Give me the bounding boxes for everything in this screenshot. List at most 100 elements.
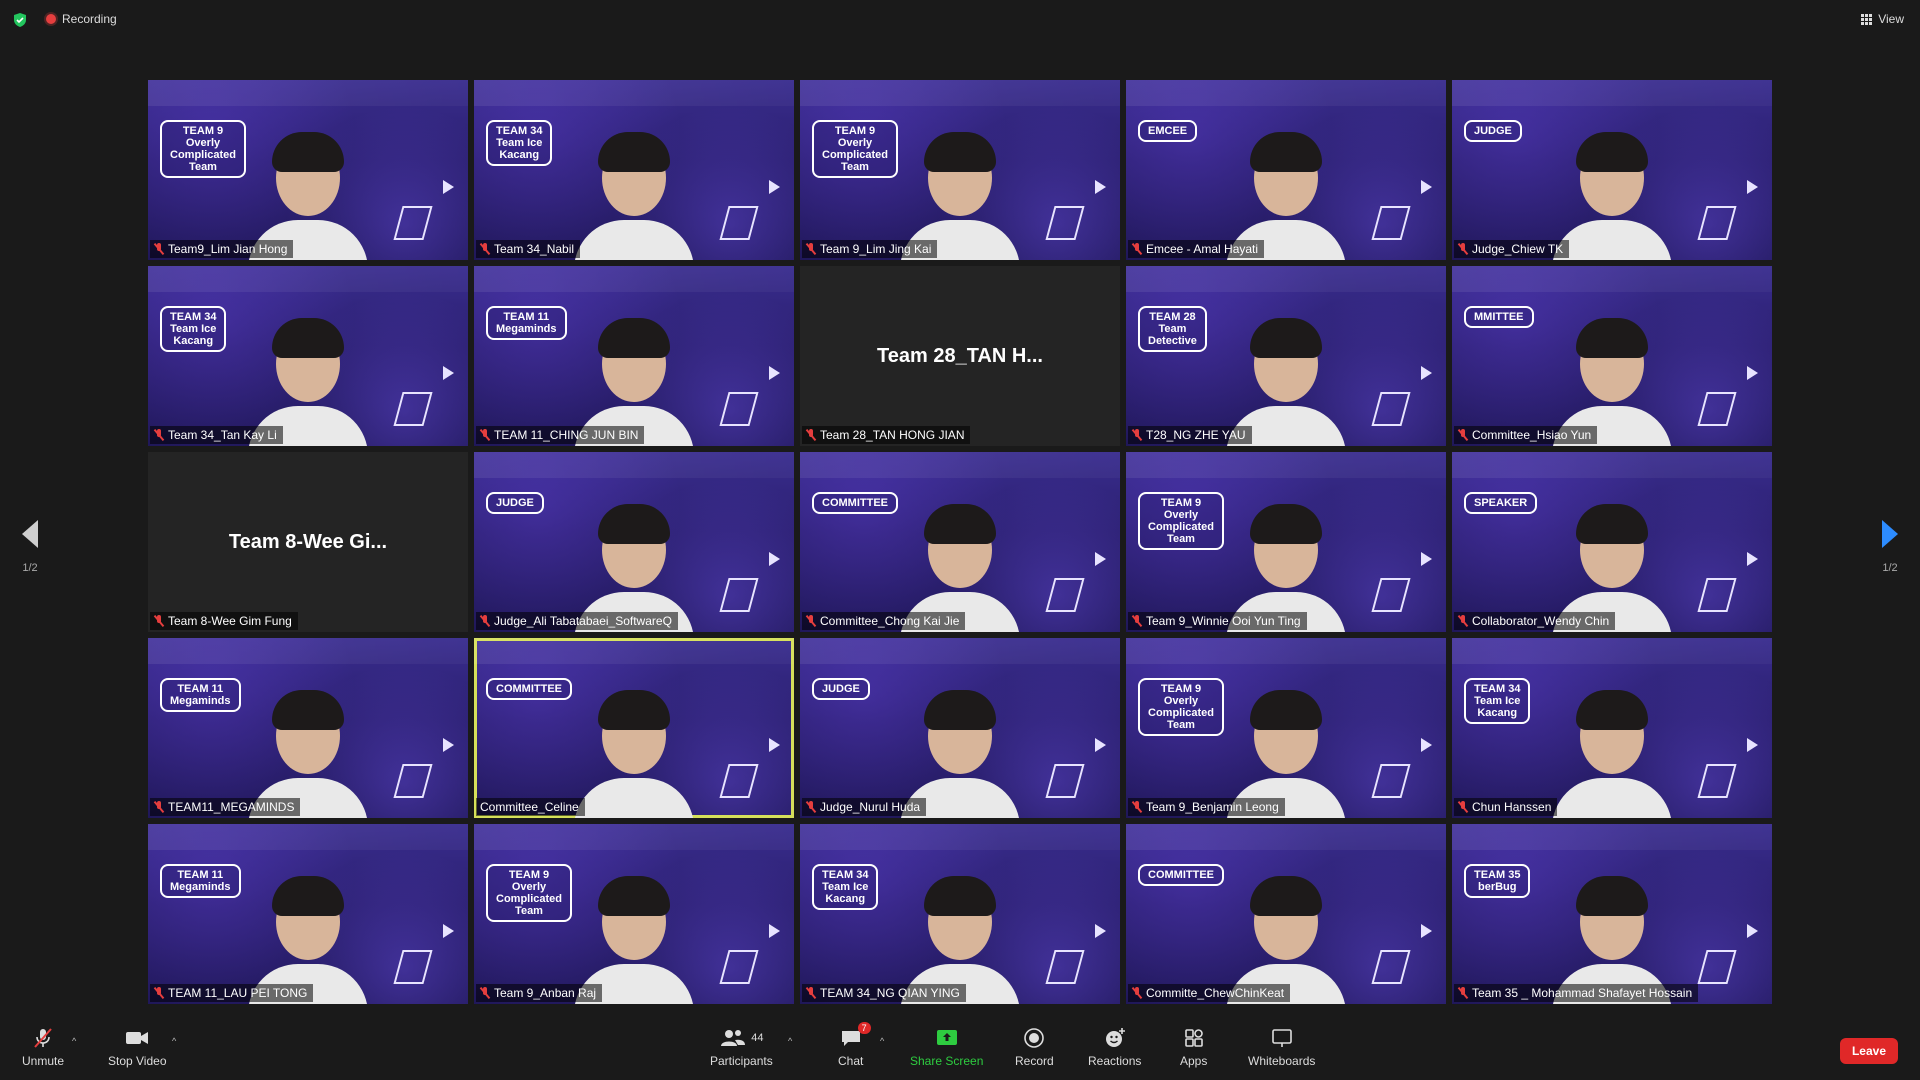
stop-video-button[interactable]: Stop Video [108, 1026, 167, 1068]
participant-video-feed [1226, 678, 1346, 818]
participant-role-badge: MMITTEE [1464, 306, 1534, 329]
cube-decoration-icon [1371, 950, 1411, 984]
virtual-background-banner [800, 824, 1120, 850]
chat-options-caret-icon[interactable]: ^ [880, 1036, 884, 1046]
play-triangle-decoration-icon [443, 180, 454, 194]
previous-page-arrow-icon[interactable] [22, 520, 38, 548]
participant-video-feed [1552, 120, 1672, 260]
unmute-button[interactable]: Unmute [22, 1026, 64, 1068]
play-triangle-decoration-icon [769, 180, 780, 194]
record-button[interactable]: Record [1015, 1026, 1054, 1068]
participant-video-tile[interactable]: TEAM 34 Team Ice Kacang Team 34_Tan Kay L… [148, 266, 468, 446]
participant-video-tile[interactable]: TEAM 34 Team Ice Kacang Chun Hanssen [1452, 638, 1772, 818]
virtual-background-banner [1126, 452, 1446, 478]
participant-video-tile[interactable]: TEAM 9 Overly Complicated Team Team 9_Lim… [800, 80, 1120, 260]
participant-role-badge: TEAM 34 Team Ice Kacang [486, 120, 553, 167]
virtual-background-banner [148, 266, 468, 292]
participant-role-badge: SPEAKER [1464, 492, 1538, 515]
unmute-label: Unmute [22, 1054, 65, 1068]
participant-video-tile[interactable]: EMCEE Emcee - Amal Hayati [1126, 80, 1446, 260]
participant-video-tile[interactable]: Team 8-Wee Gi... Team 8-Wee Gim Fung [148, 452, 468, 632]
microphone-muted-icon [1458, 801, 1468, 813]
participant-video-tile[interactable]: MMITTEE Committee_Hsiao Yun [1452, 266, 1772, 446]
participant-video-tile[interactable]: TEAM 9 Overly Complicated Team Team 9_Anb… [474, 824, 794, 1004]
participant-video-tile[interactable]: Team 28_TAN H... Team 28_TAN HONG JIAN [800, 266, 1120, 446]
participant-video-tile[interactable]: TEAM 11 Megaminds TEAM 11_CHING JUN BIN [474, 266, 794, 446]
participant-video-tile[interactable]: JUDGE Judge_Chiew TK [1452, 80, 1772, 260]
participant-video-tile[interactable]: COMMITTEE Committee_Chong Kai Jie [800, 452, 1120, 632]
participants-icon: 44 [719, 1026, 763, 1050]
security-shield-icon[interactable] [12, 12, 28, 28]
participant-name-tag: Team 9_Winnie Ooi Yun Ting [1128, 612, 1307, 630]
participant-video-feed [1552, 492, 1672, 632]
participant-video-tile[interactable]: JUDGE Judge_Nurul Huda [800, 638, 1120, 818]
apps-icon [1182, 1026, 1206, 1050]
participants-button[interactable]: 44 Participants [710, 1026, 773, 1068]
participant-video-tile[interactable]: TEAM 11 Megaminds TEAM 11_LAU PEI TONG [148, 824, 468, 1004]
participant-name: TEAM11_MEGAMINDS [168, 800, 295, 814]
play-triangle-decoration-icon [769, 924, 780, 938]
participant-name-tag: Committe_ChewChinKeat [1128, 984, 1291, 1002]
participant-video-tile[interactable]: TEAM 9 Overly Complicated Team Team 9_Win… [1126, 452, 1446, 632]
chat-bubble-icon: 7 [839, 1022, 871, 1050]
reactions-button[interactable]: Reactions [1088, 1026, 1141, 1068]
participant-video-tile[interactable]: TEAM 35 berBug Team 35 _ Mohammad Shafaye… [1452, 824, 1772, 1004]
share-screen-button[interactable]: Share Screen [910, 1026, 983, 1068]
chat-button[interactable]: 7 Chat [838, 1022, 871, 1068]
participant-name: Team 34_Nabil [494, 242, 575, 256]
play-triangle-decoration-icon [769, 552, 780, 566]
play-triangle-decoration-icon [1421, 738, 1432, 752]
participant-name-tag: Committee_Celine [476, 798, 585, 816]
participant-name: TEAM 34_NG QIAN YING [820, 986, 960, 1000]
participant-video-tile[interactable]: TEAM 34 Team Ice Kacang TEAM 34_NG QIAN Y… [800, 824, 1120, 1004]
participants-options-caret-icon[interactable]: ^ [788, 1036, 792, 1046]
cube-decoration-icon [1697, 950, 1737, 984]
participant-video-tile[interactable]: COMMITTEE Committe_ChewChinKeat [1126, 824, 1446, 1004]
leave-button[interactable]: Leave [1839, 1038, 1898, 1064]
participant-name-tag: Team 34_Nabil [476, 240, 581, 258]
participant-name-tag: Committee_Hsiao Yun [1454, 426, 1598, 444]
participant-video-feed [1226, 120, 1346, 260]
meeting-topbar: Recording View [0, 0, 1920, 40]
cube-decoration-icon [1371, 578, 1411, 612]
cube-decoration-icon [393, 206, 433, 240]
whiteboards-button[interactable]: Whiteboards [1248, 1026, 1315, 1068]
cube-decoration-icon [719, 578, 759, 612]
microphone-muted-icon [806, 429, 816, 441]
play-triangle-decoration-icon [1421, 366, 1432, 380]
cube-decoration-icon [1045, 578, 1085, 612]
cube-decoration-icon [1045, 764, 1085, 798]
video-options-caret-icon[interactable]: ^ [172, 1036, 176, 1046]
participant-video-tile[interactable]: TEAM 28 Team Detective T28_NG ZHE YAU [1126, 266, 1446, 446]
play-triangle-decoration-icon [1747, 366, 1758, 380]
recording-label: Recording [62, 12, 117, 26]
recording-indicator[interactable]: Recording [46, 12, 117, 26]
participant-video-tile[interactable]: COMMITTEE Committee_Celine [474, 638, 794, 818]
virtual-background-banner [800, 452, 1120, 478]
microphone-muted-icon [480, 987, 490, 999]
participant-video-tile[interactable]: TEAM 9 Overly Complicated Team Team9_Lim … [148, 80, 468, 260]
participant-video-tile[interactable]: TEAM 9 Overly Complicated Team Team 9_Ben… [1126, 638, 1446, 818]
participant-video-tile[interactable]: TEAM 11 Megaminds TEAM11_MEGAMINDS [148, 638, 468, 818]
participant-role-badge: TEAM 11 Megaminds [486, 306, 567, 341]
participant-name-tag: Chun Hanssen [1454, 798, 1558, 816]
play-triangle-decoration-icon [1747, 924, 1758, 938]
participant-name-tag: Committee_Chong Kai Jie [802, 612, 966, 630]
virtual-background-banner [474, 452, 794, 478]
virtual-background-banner [1452, 638, 1772, 664]
view-button[interactable]: View [1861, 12, 1904, 26]
next-page-arrow-icon[interactable] [1882, 520, 1898, 548]
participant-name: Team 34_Tan Kay Li [168, 428, 277, 442]
play-triangle-decoration-icon [1095, 552, 1106, 566]
participant-video-tile[interactable]: JUDGE Judge_Ali Tabatabaei_SoftwareQ [474, 452, 794, 632]
participant-video-tile[interactable]: SPEAKER Collaborator_Wendy Chin [1452, 452, 1772, 632]
microphone-muted-icon [480, 615, 490, 627]
participant-video-tile[interactable]: TEAM 34 Team Ice Kacang Team 34_Nabil [474, 80, 794, 260]
participant-video-feed [900, 120, 1020, 260]
apps-button[interactable]: Apps [1180, 1026, 1207, 1068]
participant-name: Committee_Hsiao Yun [1472, 428, 1592, 442]
participants-label: Participants [710, 1054, 773, 1068]
participant-name: Committee_Celine [480, 800, 579, 814]
audio-options-caret-icon[interactable]: ^ [72, 1036, 76, 1046]
play-triangle-decoration-icon [1421, 180, 1432, 194]
